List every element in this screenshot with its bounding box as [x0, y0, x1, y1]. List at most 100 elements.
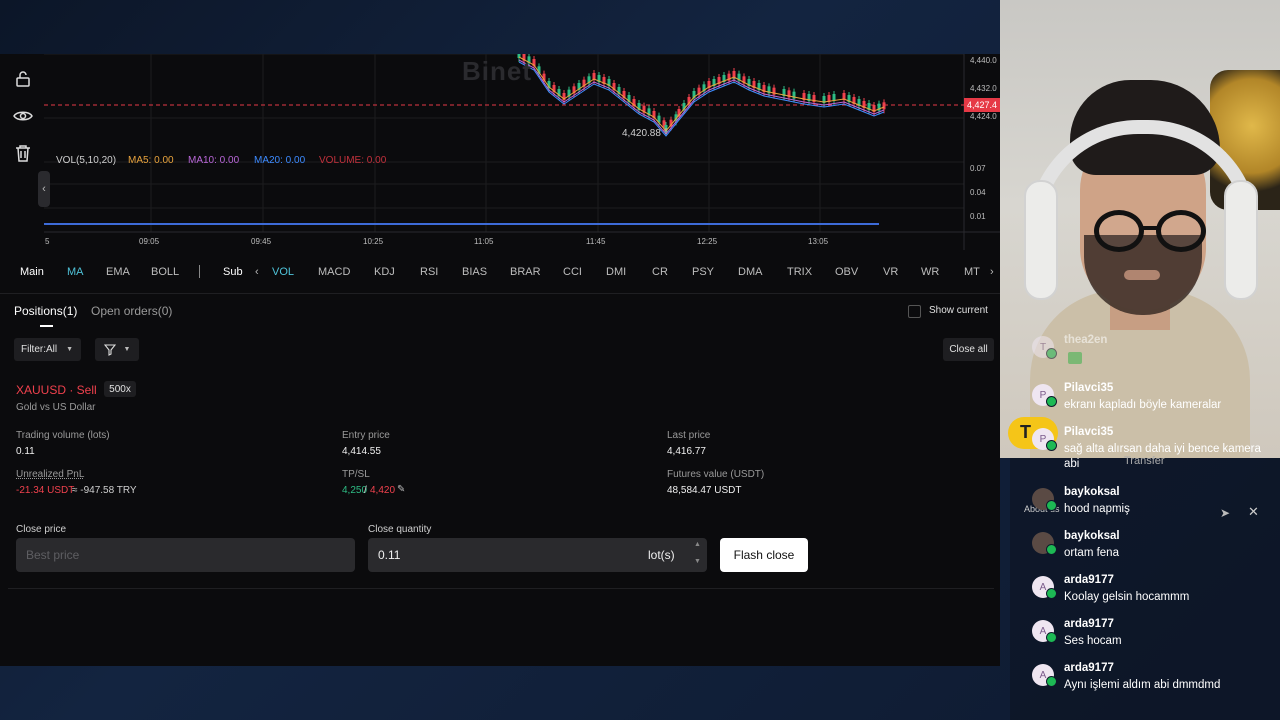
last-price-label: Last price	[667, 430, 711, 441]
volume-label: VOLUME: 0.00	[319, 155, 387, 166]
indicator-cr[interactable]: CR	[652, 266, 668, 278]
entry-price-label: Entry price	[342, 430, 390, 441]
indicator-boll[interactable]: BOLL	[151, 266, 179, 278]
verified-badge-icon	[1046, 544, 1057, 555]
indicator-macd[interactable]: MACD	[318, 266, 350, 278]
time-tick: 11:45	[586, 237, 606, 246]
vol-label: VOL(5,10,20)	[56, 155, 117, 166]
edit-pencil-icon[interactable]: ✎	[397, 484, 405, 495]
unlock-icon[interactable]	[12, 68, 34, 90]
sub-indicator-label[interactable]: Sub	[223, 266, 243, 278]
chat-username: arda9177	[1064, 662, 1114, 674]
watermark: Binet	[462, 56, 532, 86]
scroll-right-icon[interactable]: ›	[990, 266, 994, 278]
current-price-tag: 4,427.4	[964, 98, 1000, 112]
tab-positions[interactable]: Positions(1)	[14, 304, 77, 318]
indicator-psy[interactable]: PSY	[692, 266, 714, 278]
trash-icon[interactable]	[12, 142, 34, 164]
ma5-label: MA5: 0.00	[128, 155, 174, 166]
filter-dropdown[interactable]: Filter:All ▼	[14, 338, 81, 361]
close-quantity-value: 0.11	[378, 548, 401, 562]
tab-open-orders[interactable]: Open orders(0)	[91, 304, 172, 318]
chat-text: Aynı işlemi aldım abi dmmdmd	[1064, 679, 1221, 691]
indicator-vr[interactable]: VR	[883, 266, 898, 278]
sl-value: 4,420	[370, 485, 396, 496]
verified-badge-icon	[1046, 588, 1057, 599]
chat-username: baykoksal	[1064, 530, 1120, 542]
chat-text: Ses hocam	[1064, 635, 1122, 647]
stepper-down-icon[interactable]: ▼	[694, 558, 701, 565]
trading-volume-label: Trading volume (lots)	[16, 430, 110, 441]
verified-badge-icon	[1046, 440, 1057, 451]
divider	[8, 588, 994, 589]
glasses-right-lens	[1156, 210, 1206, 252]
vol-tick: 0.04	[970, 188, 986, 197]
show-current-label: Show current	[929, 305, 988, 316]
main-indicator-label[interactable]: Main	[20, 266, 44, 278]
trading-app: Binet 4,420.88 4,440.0 4,432.0 4,424.0 4…	[0, 54, 1000, 666]
vol-tick: 0.07	[970, 164, 986, 173]
indicator-dma[interactable]: DMA	[738, 266, 762, 278]
eye-icon[interactable]	[12, 105, 34, 127]
candle-body	[882, 102, 886, 110]
leverage-badge: 500x	[104, 381, 136, 397]
time-tick: 10:25	[363, 237, 384, 246]
ma20-label: MA20: 0.00	[254, 155, 306, 166]
verified-badge-icon	[1046, 348, 1057, 359]
indicator-brar[interactable]: BRAR	[510, 266, 541, 278]
flash-close-button[interactable]: Flash close	[720, 538, 808, 572]
scroll-left-icon[interactable]: ‹	[255, 266, 259, 278]
unrealized-pnl-label: Unrealized PnL	[16, 469, 85, 480]
tpsl-label: TP/SL	[342, 469, 370, 480]
live-chat: T thea2en P Pilavci35 ekranı kapladı böy…	[1012, 330, 1280, 720]
indicator-ema[interactable]: EMA	[106, 266, 130, 278]
glasses-left-lens	[1094, 210, 1144, 252]
time-tick: 5	[45, 237, 50, 246]
indicator-rsi[interactable]: RSI	[420, 266, 438, 278]
indicator-cci[interactable]: CCI	[563, 266, 582, 278]
close-quantity-input[interactable]: 0.11 lot(s) ▲ ▼	[368, 538, 707, 572]
indicator-obv[interactable]: OBV	[835, 266, 858, 278]
headphone-right-cup	[1224, 180, 1258, 300]
entry-price-value: 4,414.55	[342, 446, 381, 457]
close-all-button[interactable]: Close all	[943, 338, 994, 361]
chat-username: Pilavci35	[1064, 382, 1114, 394]
time-tick: 12:25	[697, 237, 718, 246]
indicator-bar: Main MA EMA BOLL Sub ‹ VOL MACD KDJ RSI …	[0, 250, 1000, 294]
close-price-input[interactable]: Best price	[16, 538, 355, 572]
indicator-mt[interactable]: MT	[964, 266, 980, 278]
filter-icon-button[interactable]: ▼	[95, 338, 139, 361]
chat-text: ortam fena	[1064, 547, 1119, 559]
futures-value: 48,584.47 USDT	[667, 485, 742, 496]
chart-tools	[0, 54, 44, 250]
verified-badge-icon	[1046, 500, 1057, 511]
low-price-label: 4,420.88	[622, 128, 661, 139]
glasses-bridge	[1143, 226, 1157, 230]
indicator-ma[interactable]: MA	[67, 266, 84, 278]
stepper-up-icon[interactable]: ▲	[694, 541, 701, 548]
indicator-divider	[199, 265, 200, 278]
chat-text: Koolay gelsin hocammm	[1064, 591, 1190, 603]
collapse-toolbar-button[interactable]: ‹	[38, 171, 50, 207]
show-current-checkbox[interactable]	[908, 305, 921, 318]
time-tick: 11:05	[474, 237, 494, 246]
indicator-bias[interactable]: BIAS	[462, 266, 487, 278]
indicator-vol[interactable]: VOL	[272, 266, 294, 278]
price-tick: 4,440.0	[970, 56, 997, 65]
position-symbol[interactable]: XAUUSD · Sell	[16, 383, 97, 397]
indicator-kdj[interactable]: KDJ	[374, 266, 395, 278]
price-chart[interactable]: Binet 4,420.88 4,440.0 4,432.0 4,424.0 4…	[44, 54, 1000, 250]
chat-username: thea2en	[1064, 334, 1108, 346]
indicator-trix[interactable]: TRIX	[787, 266, 812, 278]
filter-label: Filter:All	[21, 344, 58, 355]
last-price-value: 4,416.77	[667, 446, 706, 457]
vol-tick: 0.01	[970, 212, 986, 221]
chat-username: Pilavci35	[1064, 426, 1114, 438]
chat-text: sağ alta alırsan daha iyi bence kamera a…	[1064, 443, 1261, 470]
price-tick: 4,424.0	[970, 112, 997, 121]
indicator-dmi[interactable]: DMI	[606, 266, 626, 278]
futures-value-label: Futures value (USDT)	[667, 469, 765, 480]
chat-username: baykoksal	[1064, 486, 1120, 498]
funnel-icon	[103, 343, 116, 356]
indicator-wr[interactable]: WR	[921, 266, 939, 278]
